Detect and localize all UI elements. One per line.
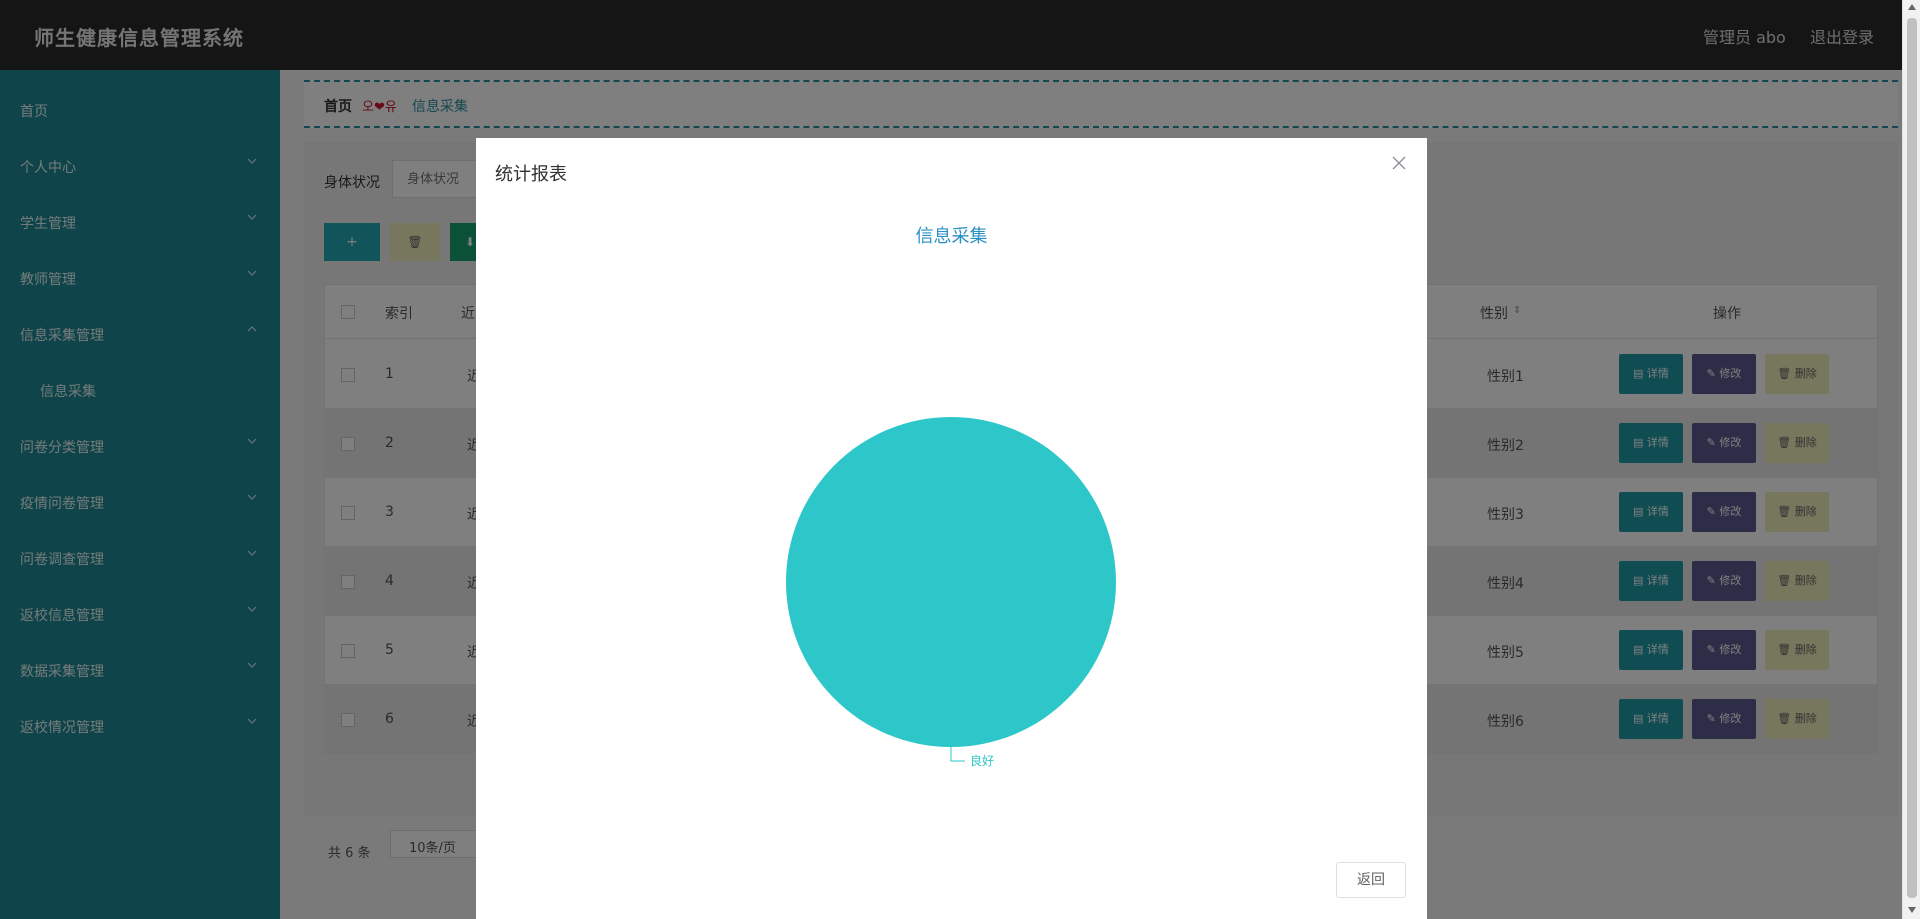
pie-chart: 良好 — [786, 417, 1116, 768]
scroll-thumb[interactable] — [1907, 18, 1917, 898]
back-button[interactable]: 返回 — [1336, 862, 1406, 898]
scroll-down-arrow[interactable] — [1908, 907, 1916, 913]
pie-label-line — [950, 747, 965, 762]
scroll-up-arrow[interactable] — [1908, 4, 1916, 10]
report-dialog: 统计报表 信息采集 良好 返回 — [476, 138, 1427, 919]
page-scrollbar[interactable] — [1902, 0, 1920, 919]
pie-label: 良好 — [970, 753, 994, 768]
pie-slice[interactable] — [786, 417, 1116, 747]
